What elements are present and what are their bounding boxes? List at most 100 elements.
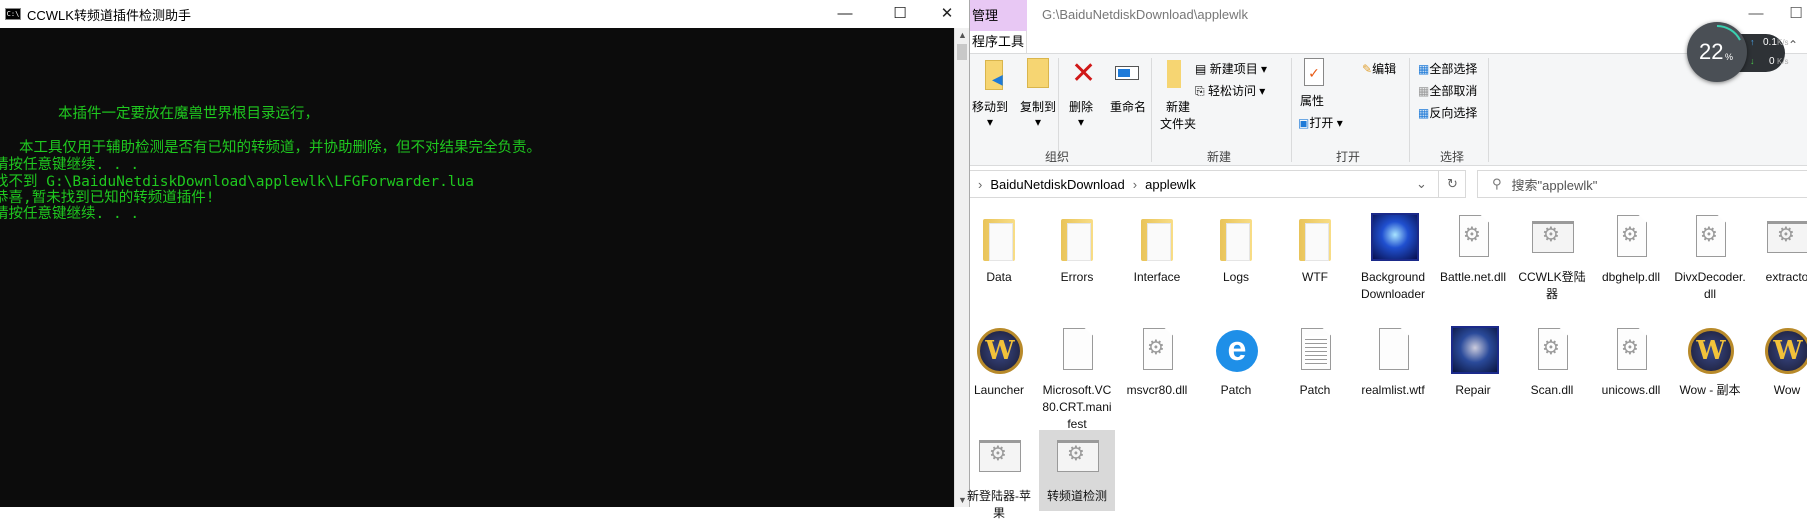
- select-none-button[interactable]: ▦全部取消: [1418, 82, 1477, 99]
- gear-file-icon: ⚙: [1133, 326, 1181, 378]
- minimize-button[interactable]: —: [823, 0, 867, 28]
- scroll-thumb[interactable]: [957, 44, 967, 60]
- file-item[interactable]: ⚙ CCWLK登陆器: [1514, 211, 1590, 309]
- edit-icon: ✎: [1362, 62, 1373, 76]
- file-item[interactable]: ⚙ extracto: [1749, 211, 1807, 292]
- file-item[interactable]: Patch: [1277, 324, 1353, 405]
- easy-access-button[interactable]: ⎘ 轻松访问 ▾: [1195, 82, 1265, 99]
- file-item[interactable]: ⚙ 转频道检测: [1039, 430, 1115, 511]
- new-item-button[interactable]: ▤ 新建项目 ▾: [1195, 60, 1267, 77]
- console-title: CCWLK转频道插件检测助手: [27, 7, 191, 23]
- open-label: 打开: [1309, 116, 1334, 130]
- app-icon: ⚙: [1053, 432, 1101, 484]
- blank-icon: [1053, 326, 1101, 378]
- console-line: 请按任意键继续. . .: [0, 206, 140, 222]
- file-name: Wow: [1773, 383, 1801, 397]
- scroll-up-icon[interactable]: ▲: [955, 30, 970, 40]
- file-item[interactable]: ⚙ Battle.net.dll: [1435, 211, 1511, 292]
- invert-selection-button[interactable]: ▦反向选择: [1418, 104, 1477, 121]
- select-none-icon: ▦: [1418, 84, 1430, 98]
- console-app-icon: C:\: [5, 8, 21, 20]
- open-button[interactable]: ▣打开 ▾: [1298, 114, 1343, 131]
- address-bar[interactable]: › BaiduNetdiskDownload › applewlk ⌄ ↻: [970, 170, 1466, 198]
- group-label-open: 打开: [1336, 150, 1361, 164]
- group-label-new: 新建: [1207, 150, 1232, 164]
- ie-icon: e: [1212, 326, 1260, 378]
- file-name: Interface: [1133, 270, 1181, 284]
- close-button[interactable]: ✕: [925, 0, 969, 28]
- tab-app-tools[interactable]: 程序工具: [970, 31, 1027, 53]
- file-item[interactable]: ⚙ 新登陆器-苹果: [961, 430, 1037, 528]
- file-name: Wow - 副本: [1679, 383, 1741, 397]
- image-icon: [1369, 213, 1419, 265]
- network-speed-widget: 22 % ↑ 0.1 K/s ↓ 0 K/s: [1687, 22, 1789, 82]
- wow-icon: W: [1763, 326, 1807, 378]
- file-item[interactable]: ⚙ DivxDecoder.dll: [1672, 211, 1748, 309]
- file-name: Errors: [1060, 270, 1094, 284]
- tab-manage[interactable]: 管理: [970, 0, 1027, 31]
- invert-selection-icon: ▦: [1418, 106, 1430, 120]
- wow-icon: W: [1686, 326, 1734, 378]
- download-arrow-icon: ↓: [1750, 56, 1755, 66]
- file-name: dbghelp.dll: [1601, 270, 1661, 284]
- maximize-button[interactable]: ☐: [878, 0, 922, 28]
- copy-to-button[interactable]: 复制到 ▾: [1020, 98, 1056, 129]
- file-item[interactable]: ⚙ msvcr80.dll: [1119, 324, 1195, 405]
- properties-icon: ✓: [1304, 58, 1324, 86]
- search-input[interactable]: 搜索"applewlk": [1512, 175, 1598, 194]
- copy-to-label: 复制到: [1020, 100, 1057, 114]
- file-name: BackgroundDownloader: [1360, 270, 1426, 301]
- new-folder-icon: [1167, 60, 1181, 88]
- file-item[interactable]: W Wow: [1749, 324, 1807, 405]
- file-explorer-window: 管理 程序工具 G:\BaiduNetdiskDownload\applewlk…: [967, 0, 1807, 520]
- file-item[interactable]: ⚙ Scan.dll: [1514, 324, 1590, 405]
- edit-button[interactable]: ✎编辑: [1362, 60, 1396, 77]
- file-name: Logs: [1222, 270, 1250, 284]
- folder-icon: [975, 213, 1023, 265]
- file-name: Launcher: [973, 383, 1025, 397]
- gear-file-icon: ⚙: [1528, 326, 1576, 378]
- file-item[interactable]: ⚙ dbghelp.dll: [1593, 211, 1669, 292]
- delete-icon: ✕: [1071, 57, 1097, 90]
- group-label-select: 选择: [1440, 150, 1465, 164]
- move-to-button[interactable]: 移动到 ▾: [972, 98, 1008, 129]
- file-item[interactable]: WTF: [1277, 211, 1353, 292]
- new-folder-button[interactable]: 新建 文件夹: [1160, 98, 1196, 132]
- address-dropdown-icon[interactable]: ⌄: [1416, 176, 1427, 192]
- collapse-ribbon-icon[interactable]: ⌃: [1788, 38, 1798, 52]
- select-all-icon: ▦: [1418, 62, 1430, 76]
- group-label-organize: 组织: [1045, 150, 1070, 164]
- file-name: Repair: [1455, 383, 1491, 397]
- file-name: 新登陆器-苹果: [967, 489, 1031, 520]
- file-item[interactable]: e Patch: [1198, 324, 1274, 405]
- search-box[interactable]: ⚲ 搜索"applewlk": [1477, 170, 1807, 198]
- breadcrumb-item[interactable]: BaiduNetdiskDownload: [990, 177, 1124, 192]
- file-name: unicows.dll: [1601, 383, 1661, 397]
- new-item-label: 新建项目: [1209, 62, 1258, 76]
- file-item[interactable]: Data: [961, 211, 1037, 292]
- properties-button[interactable]: 属性: [1300, 92, 1324, 109]
- file-name: Patch: [1299, 383, 1331, 397]
- folder-icon: [1133, 213, 1181, 265]
- file-item[interactable]: Interface: [1119, 211, 1195, 292]
- file-item[interactable]: ⚙ unicows.dll: [1593, 324, 1669, 405]
- file-name: Battle.net.dll: [1439, 270, 1507, 284]
- app-icon: ⚙: [1763, 213, 1807, 265]
- select-all-button[interactable]: ▦全部选择: [1418, 60, 1477, 77]
- file-item[interactable]: realmlist.wtf: [1355, 324, 1431, 405]
- divider: [1488, 58, 1489, 162]
- file-item[interactable]: W Launcher: [961, 324, 1037, 405]
- breadcrumb-item[interactable]: applewlk: [1145, 177, 1196, 192]
- delete-button[interactable]: 删除 ▾: [1069, 98, 1093, 129]
- file-item[interactable]: Logs: [1198, 211, 1274, 292]
- file-item[interactable]: Microsoft.VC80.CRT.manifest: [1039, 324, 1115, 439]
- file-item[interactable]: Repair: [1435, 324, 1511, 405]
- refresh-icon[interactable]: ↻: [1438, 171, 1466, 197]
- divider: [1058, 58, 1059, 162]
- select-all-label: 全部选择: [1429, 62, 1478, 76]
- file-item[interactable]: BackgroundDownloader: [1355, 211, 1431, 309]
- rename-button[interactable]: 重命名: [1110, 98, 1146, 115]
- divider: [1151, 58, 1152, 162]
- file-item[interactable]: Errors: [1039, 211, 1115, 292]
- file-item[interactable]: W Wow - 副本: [1672, 324, 1748, 405]
